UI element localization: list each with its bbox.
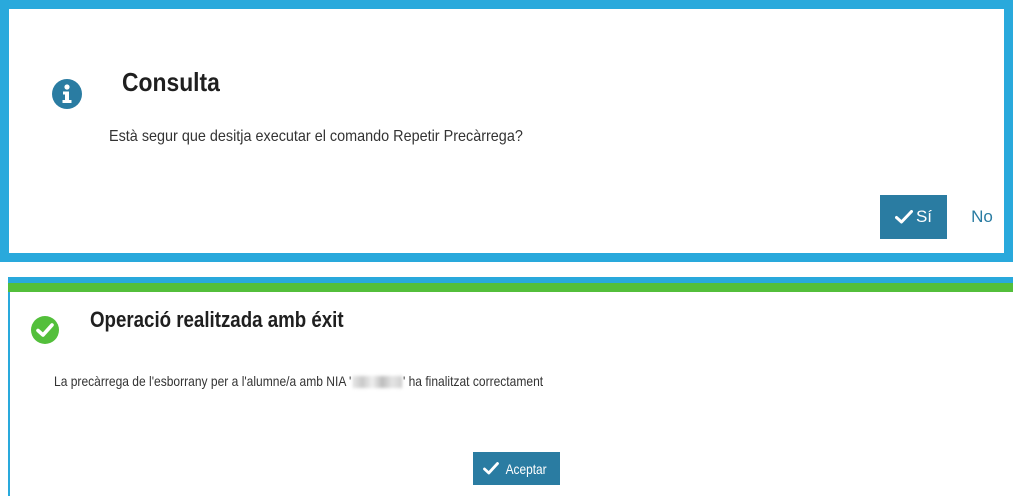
success-dialog: Operació realitzada amb éxit La precàrre… xyxy=(8,277,1013,496)
accept-button[interactable]: Aceptar xyxy=(473,452,560,485)
checkmark-icon xyxy=(482,462,499,475)
success-strip xyxy=(8,283,1013,292)
message-prefix: La precàrrega de l'esborrany per a l'alu… xyxy=(54,373,352,389)
accept-button-label: Aceptar xyxy=(505,460,547,477)
page: Consulta Està segur que desitja executar… xyxy=(0,0,1013,496)
yes-button-label: Sí xyxy=(915,207,933,226)
message-suffix: ' ha finalitzat correctament xyxy=(402,373,544,389)
check-circle-icon xyxy=(31,316,59,344)
redacted-nia xyxy=(352,376,403,389)
confirm-dialog: Consulta Està segur que desitja executar… xyxy=(0,0,1013,262)
info-icon xyxy=(52,79,82,109)
dialog-title: Operació realitzada amb éxit xyxy=(90,307,344,332)
checkmark-icon xyxy=(894,210,913,224)
no-button-label: No xyxy=(971,207,993,226)
dialog-title: Consulta xyxy=(122,67,220,97)
dialog-message: Està segur que desitja executar el coman… xyxy=(109,128,523,145)
yes-button[interactable]: Sí xyxy=(880,195,947,239)
dialog-message: La precàrrega de l'esborrany per a l'alu… xyxy=(54,373,543,389)
no-button[interactable]: No xyxy=(960,195,1004,239)
